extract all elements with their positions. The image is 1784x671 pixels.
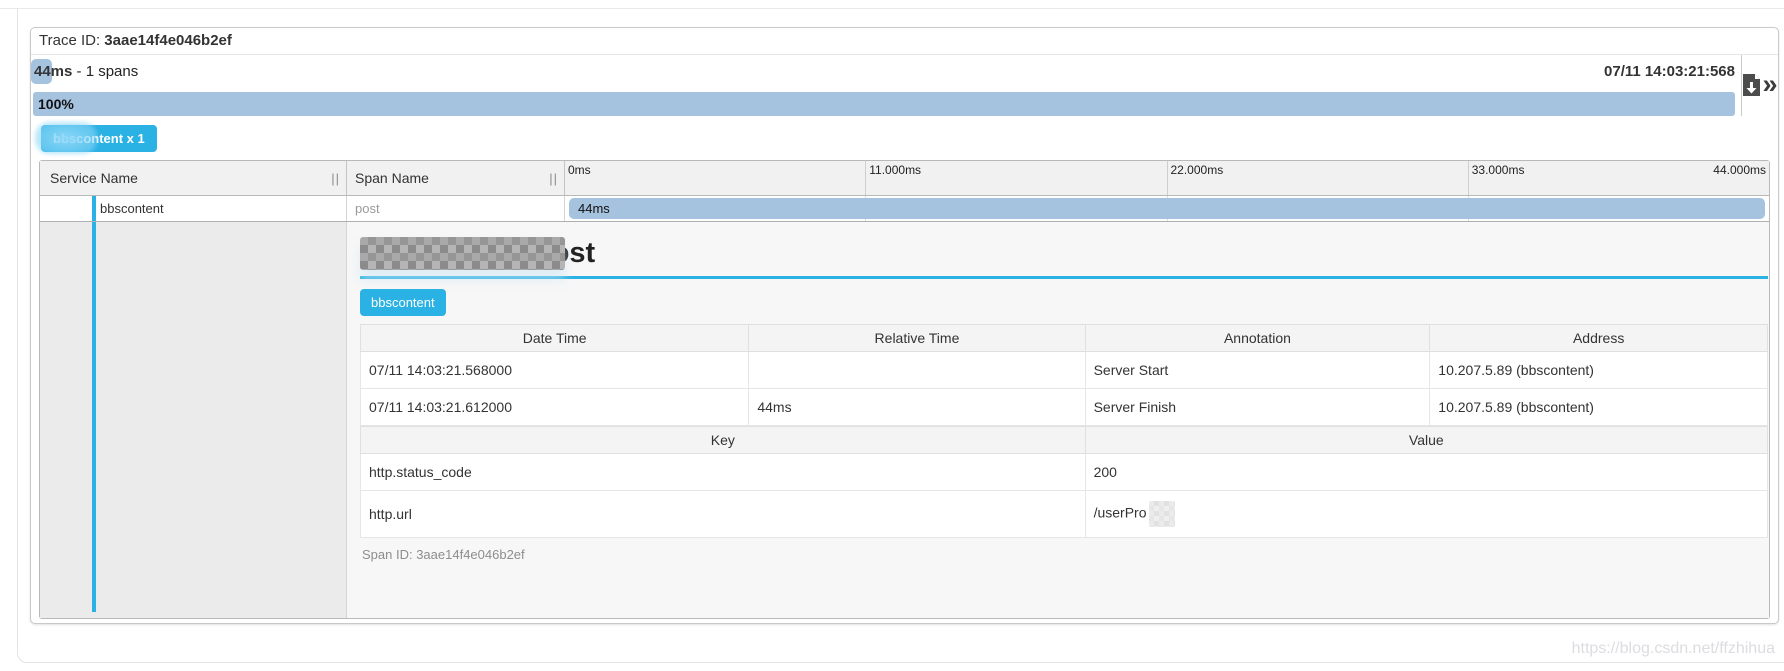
span-duration-bar[interactable]: 44ms	[569, 198, 1765, 219]
span-detail-row: bbscontent: post bbscontent Date Time R	[40, 221, 1769, 618]
panel-actions: »	[1741, 55, 1778, 116]
col-date-time: Date Time	[359, 324, 750, 352]
service-badge: bbscontent	[360, 289, 446, 316]
axis-tick: 0ms	[568, 163, 591, 177]
service-color-bar	[92, 222, 96, 612]
censor-blur	[35, 122, 97, 154]
trace-id-label: Trace ID:	[39, 32, 105, 49]
col-key: Key	[360, 426, 1086, 454]
col-value: Value	[1084, 426, 1769, 454]
page: Trace ID: 3aae14f4e046b2ef 44ms - 1 span…	[0, 0, 1784, 671]
span-row-name-cell[interactable]: post	[347, 196, 565, 221]
service-filter-button[interactable]: bbscontent x 1	[35, 122, 157, 154]
span-duration-label: 44ms	[578, 201, 610, 216]
cell-annotation: Server Start	[1084, 351, 1431, 389]
cell-address: 10.207.5.89 (bbscontent)	[1429, 388, 1768, 426]
span-row-timeline-cell: 44ms	[565, 196, 1769, 221]
cell-date-time: 07/11 14:03:21.568000	[359, 351, 750, 389]
span-row-service-cell[interactable]: bbscontent	[40, 196, 347, 221]
column-resize-handle[interactable]: ||	[549, 171, 558, 186]
span-service-name: bbscontent	[100, 201, 164, 216]
cell-value: /userPro	[1084, 490, 1769, 538]
heading-rule	[360, 276, 1768, 279]
span-name: post	[355, 201, 380, 216]
service-filter-row: bbscontent x 1	[31, 116, 1778, 156]
tag-row: http.url /userPro	[360, 490, 1769, 538]
col-header-span-name[interactable]: Span Name ||	[347, 161, 565, 195]
annotations-table: Date Time Relative Time Annotation Addre…	[359, 324, 1768, 426]
axis-tick-last: 44.000ms	[1713, 163, 1766, 177]
censor-mosaic	[360, 237, 565, 270]
col-header-service-name[interactable]: Service Name ||	[40, 161, 347, 195]
trace-table: Service Name || Span Name || 0ms 11.000m…	[39, 160, 1770, 619]
span-detail: bbscontent: post bbscontent Date Time R	[359, 234, 1769, 571]
trace-table-header: Service Name || Span Name || 0ms 11.000m…	[40, 161, 1769, 196]
col-relative-time: Relative Time	[748, 324, 1086, 352]
column-resize-handle[interactable]: ||	[331, 171, 340, 186]
axis-tick: 22.000ms	[1166, 161, 1468, 195]
trace-id-row: Trace ID: 3aae14f4e046b2ef	[31, 28, 1778, 55]
expand-all-icon[interactable]: »	[1762, 70, 1777, 97]
watermark: https://blog.csdn.net/ffzhihua	[1571, 640, 1775, 657]
trace-duration: 44ms	[34, 63, 73, 80]
span-detail-gutter	[40, 222, 347, 618]
trace-panel: Trace ID: 3aae14f4e046b2ef 44ms - 1 span…	[30, 27, 1779, 624]
tags-header-row: Key Value	[360, 426, 1769, 454]
trace-header: 44ms - 1 spans 07/11 14:03:21:568 100% »	[31, 55, 1778, 116]
timeline-axis: 0ms 11.000ms 22.000ms 33.000ms 44.000ms	[565, 161, 1769, 195]
tags-table: Key Value http.status_code 200 http.url …	[360, 426, 1769, 538]
trace-timestamp: 07/11 14:03:21:568	[1604, 63, 1735, 80]
annotation-row: 07/11 14:03:21.568000 Server Start 10.20…	[359, 351, 1768, 389]
cell-annotation: Server Finish	[1084, 388, 1431, 426]
top-divider	[0, 8, 17, 9]
tag-row: http.status_code 200	[360, 453, 1769, 491]
axis-tick: 11.000ms	[865, 161, 1166, 195]
cell-key: http.status_code	[360, 453, 1086, 491]
annotation-row: 07/11 14:03:21.612000 44ms Server Finish…	[359, 388, 1768, 426]
span-detail-heading: bbscontent: post	[360, 234, 1768, 274]
span-row[interactable]: bbscontent post 44ms	[40, 196, 1769, 221]
span-name-header-label: Span Name	[355, 170, 429, 186]
censor-mosaic	[1148, 501, 1175, 527]
span-detail-area: bbscontent: post bbscontent Date Time R	[347, 222, 1769, 618]
depth-percent-label: 100%	[38, 96, 74, 112]
cell-relative-time	[748, 351, 1086, 389]
depth-percent-bar: 100%	[33, 92, 1735, 116]
download-json-icon[interactable]	[1742, 74, 1761, 97]
annotations-header-row: Date Time Relative Time Annotation Addre…	[359, 324, 1768, 352]
cell-relative-time: 44ms	[748, 388, 1086, 426]
duration-row: 44ms - 1 spans 07/11 14:03:21:568	[31, 55, 1741, 90]
service-name-header-label: Service Name	[50, 170, 138, 186]
span-id: Span ID: 3aae14f4e046b2ef	[362, 547, 525, 562]
trace-id-value: 3aae14f4e046b2ef	[104, 32, 232, 49]
span-count: - 1 spans	[72, 63, 139, 80]
cell-value: 200	[1084, 453, 1769, 491]
trace-header-left: 44ms - 1 spans 07/11 14:03:21:568 100%	[31, 55, 1741, 116]
col-annotation: Annotation	[1084, 324, 1431, 352]
http-url-value: /userPro	[1093, 504, 1147, 521]
cell-date-time: 07/11 14:03:21.612000	[359, 388, 750, 426]
service-color-bar	[92, 196, 96, 221]
col-address: Address	[1429, 324, 1768, 352]
cell-key: http.url	[360, 490, 1086, 538]
cell-address: 10.207.5.89 (bbscontent)	[1429, 351, 1768, 389]
